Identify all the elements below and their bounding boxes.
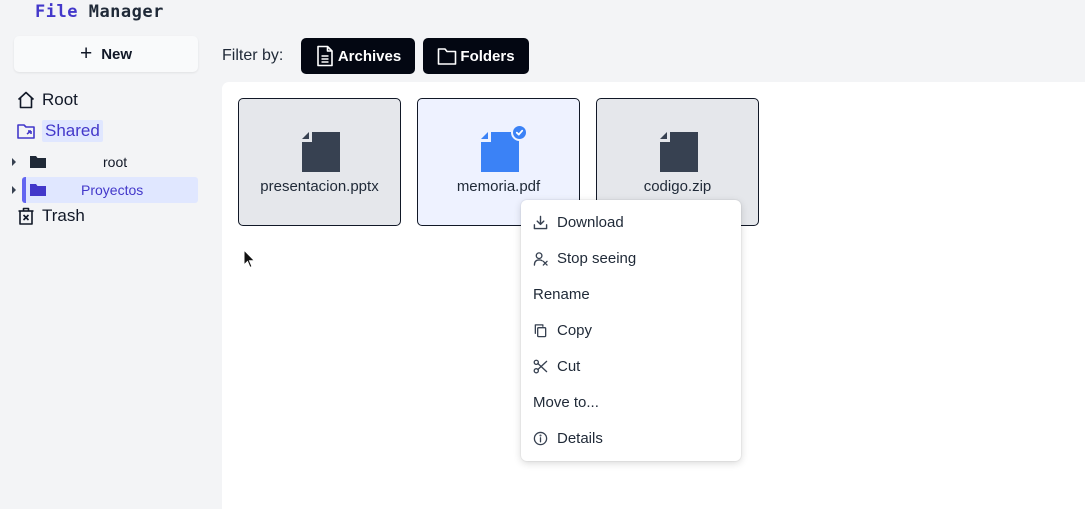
plus-icon: + <box>79 41 93 65</box>
menu-item-move-to[interactable]: Move to... <box>533 390 599 414</box>
folder-icon <box>30 183 46 196</box>
nav-item-trash[interactable]: Trash <box>16 206 85 226</box>
check-icon <box>511 124 528 141</box>
menu-item-copy[interactable]: Copy <box>533 318 592 342</box>
expand-caret-icon[interactable] <box>12 185 16 194</box>
file-name: memoria.pdf <box>456 178 541 195</box>
nav-item-shared-label: Shared <box>42 120 103 142</box>
nav-item-root[interactable]: Root <box>16 90 78 110</box>
document-icon <box>317 45 333 67</box>
new-button[interactable]: + New <box>14 36 198 72</box>
menu-item-download[interactable]: Download <box>533 210 624 234</box>
menu-item-cut[interactable]: Cut <box>533 354 580 378</box>
scissors-icon <box>533 359 548 373</box>
filter-archives-label: Archives <box>337 47 402 65</box>
filter-archives-button[interactable]: Archives <box>301 38 415 74</box>
file-name: codigo.zip <box>643 178 712 195</box>
shared-folder-icon <box>17 124 35 139</box>
menu-item-details[interactable]: Details <box>533 426 603 450</box>
folder-icon <box>438 48 457 65</box>
tree-item-proyectos-label: Proyectos <box>81 181 144 198</box>
nav-item-trash-label: Trash <box>42 206 85 225</box>
nav-item-root-label: Root <box>42 90 78 109</box>
tree-item-root[interactable]: root <box>12 149 198 174</box>
menu-item-label: Download <box>557 213 624 231</box>
tree-item-proyectos[interactable]: Proyectos <box>12 177 198 203</box>
filter-folders-button[interactable]: Folders <box>423 38 529 74</box>
copy-icon <box>534 323 547 337</box>
trash-icon <box>18 207 34 225</box>
folder-icon <box>30 155 46 168</box>
filter-folders-label: Folders <box>460 47 515 65</box>
home-icon <box>17 91 35 109</box>
tree-item-root-label: root <box>103 153 128 170</box>
mouse-cursor-icon <box>243 249 256 269</box>
menu-item-label: Stop seeing <box>557 249 637 267</box>
menu-item-label: Move to... <box>533 393 599 411</box>
menu-item-label: Rename <box>533 285 590 303</box>
file-icon <box>302 132 340 172</box>
file-icon <box>660 132 698 172</box>
download-icon <box>533 215 548 229</box>
expand-caret-icon[interactable] <box>12 157 16 166</box>
filter-label: Filter by: <box>222 47 284 64</box>
menu-item-label: Copy <box>557 321 593 339</box>
context-menu: Download Stop seeing Rename Copy Cut Mov… <box>521 200 741 461</box>
app-title-part2: Manager <box>88 2 164 22</box>
user-remove-icon <box>533 251 548 266</box>
menu-item-rename[interactable]: Rename <box>533 282 590 306</box>
menu-item-label: Details <box>557 429 603 447</box>
nav-item-shared[interactable]: Shared <box>16 120 103 142</box>
new-button-label: New <box>101 45 133 63</box>
app-title: File Manager <box>35 2 164 22</box>
app-title-part1: File <box>35 2 78 22</box>
file-name: presentacion.pptx <box>260 178 379 195</box>
menu-item-label: Cut <box>557 357 581 375</box>
info-icon <box>533 431 548 445</box>
file-card[interactable]: presentacion.pptx <box>238 98 401 226</box>
menu-item-stop-seeing[interactable]: Stop seeing <box>533 246 636 270</box>
